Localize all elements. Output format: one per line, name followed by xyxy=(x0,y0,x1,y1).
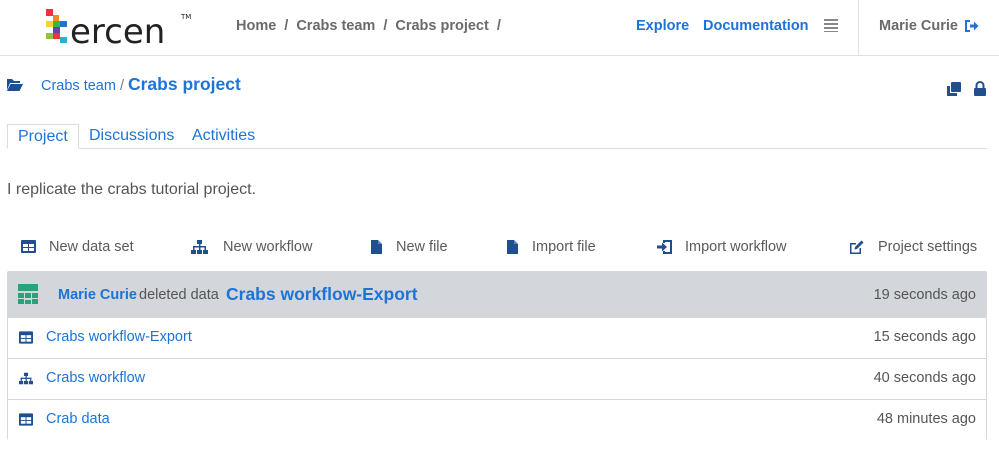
breadcrumb-team[interactable]: Crabs team xyxy=(296,18,375,34)
new-workflow-button[interactable]: New workflow xyxy=(191,239,321,257)
new-data-set-label: New data set xyxy=(49,239,134,255)
new-data-set-button[interactable]: New data set xyxy=(21,239,141,257)
activity-time: 19 seconds ago xyxy=(873,287,976,303)
navbar-divider xyxy=(858,0,859,56)
project-tabs: Project Discussions Activities xyxy=(7,124,987,149)
breadcrumb-project[interactable]: Crabs project xyxy=(395,18,488,34)
sign-out-icon[interactable] xyxy=(964,19,979,33)
list-item-time: 48 minutes ago xyxy=(876,411,976,427)
top-navbar: ercen TM Home / Crabs team / Crabs project / … xyxy=(0,0,999,56)
logo-wordmark: ercen xyxy=(70,12,165,49)
project-settings-button[interactable]: Project settings xyxy=(849,239,979,257)
new-file-label: New file xyxy=(396,239,448,255)
table-icon xyxy=(21,240,36,253)
breadcrumb-separator: / xyxy=(383,18,388,34)
documentation-link[interactable]: Documentation xyxy=(703,18,809,34)
project-title: Crabs project xyxy=(127,74,241,94)
user-avatar-icon xyxy=(18,284,38,304)
tab-project[interactable]: Project xyxy=(7,124,79,149)
activity-user[interactable]: Marie Curie xyxy=(58,287,137,303)
svg-text:TM: TM xyxy=(180,13,191,21)
lock-icon[interactable] xyxy=(974,81,986,96)
project-breadcrumb: Crabs team / Crabs project xyxy=(41,74,241,95)
list-item-name[interactable]: Crabs workflow xyxy=(46,370,145,386)
sitemap-icon xyxy=(19,372,33,385)
breadcrumb-home[interactable]: Home xyxy=(236,18,276,34)
new-file-button[interactable]: New file xyxy=(371,239,461,257)
explore-link[interactable]: Explore xyxy=(636,18,689,34)
breadcrumb-separator: / xyxy=(284,18,289,34)
list-item[interactable]: Crabs workflow 40 seconds ago xyxy=(8,358,986,399)
project-description: I replicate the crabs tutorial project. xyxy=(7,181,257,198)
edit-icon xyxy=(850,240,864,254)
file-icon xyxy=(371,240,382,254)
folder-open-icon xyxy=(7,79,23,91)
import-workflow-button[interactable]: Import workflow xyxy=(657,239,797,257)
list-item-time: 15 seconds ago xyxy=(873,329,976,345)
import-file-button[interactable]: Import file xyxy=(507,239,607,257)
tercen-logo[interactable]: ercen TM xyxy=(44,3,194,49)
list-item-time: 40 seconds ago xyxy=(873,370,976,386)
clone-icon[interactable] xyxy=(947,82,961,96)
activity-verb: deleted data xyxy=(139,287,219,303)
project-activity-list: Marie Curie deleted data Crabs workflow-… xyxy=(7,271,987,440)
tab-activities[interactable]: Activities xyxy=(192,124,255,149)
file-icon xyxy=(507,240,518,254)
sitemap-icon xyxy=(191,240,208,254)
import-icon xyxy=(657,240,672,254)
list-item-name[interactable]: Crab data xyxy=(46,411,110,427)
table-icon xyxy=(19,331,33,344)
list-item-name[interactable]: Crabs workflow-Export xyxy=(46,329,192,345)
activity-row: Marie Curie deleted data Crabs workflow-… xyxy=(8,272,986,318)
tab-discussions[interactable]: Discussions xyxy=(89,124,174,149)
breadcrumb-separator: / xyxy=(496,18,501,34)
user-name[interactable]: Marie Curie xyxy=(879,18,958,34)
project-breadcrumb-separator: / xyxy=(119,78,124,94)
table-icon xyxy=(19,413,33,426)
hamburger-icon[interactable] xyxy=(824,18,838,32)
new-workflow-label: New workflow xyxy=(223,239,313,255)
list-item[interactable]: Crab data 48 minutes ago xyxy=(8,399,986,440)
import-file-label: Import file xyxy=(532,239,596,255)
list-item[interactable]: Crabs workflow-Export 15 seconds ago xyxy=(8,317,986,358)
activity-target[interactable]: Crabs workflow-Export xyxy=(226,284,418,305)
import-workflow-label: Import workflow xyxy=(685,239,787,255)
project-settings-label: Project settings xyxy=(878,239,978,255)
breadcrumb: Home / Crabs team / Crabs project / xyxy=(236,18,509,34)
project-team-link[interactable]: Crabs team xyxy=(41,78,116,94)
